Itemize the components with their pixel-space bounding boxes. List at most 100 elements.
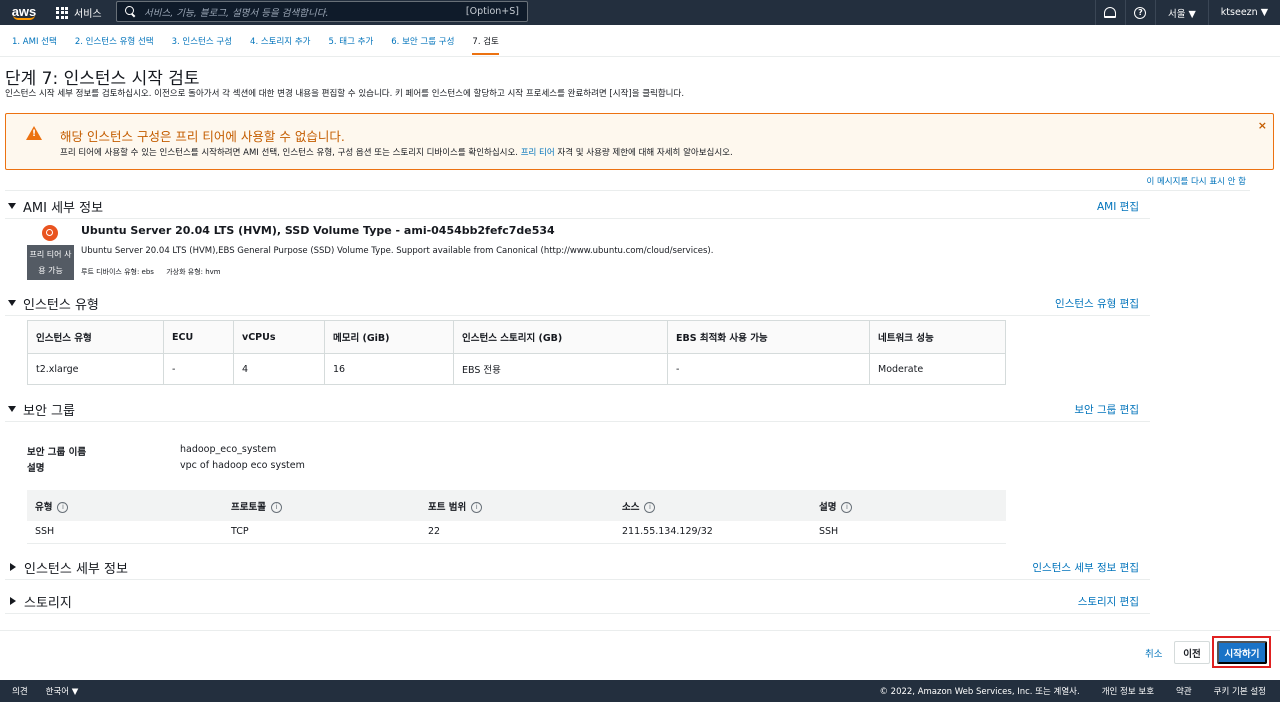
page-title: 단계 7: 인스턴스 시작 검토 bbox=[5, 69, 200, 89]
info-icon[interactable]: i bbox=[644, 501, 656, 513]
table-cell: 16 bbox=[324, 353, 454, 385]
page-description: 인스턴스 시작 세부 정보를 검토하십시오. 이전으로 돌아가서 각 섹션에 대… bbox=[5, 89, 685, 99]
copyright-text: © 2022, Amazon Web Services, Inc. 또는 계열사… bbox=[879, 687, 1080, 697]
table-header-row: 인스턴스 유형 ECU vCPUs 메모리 (GiB) 인스턴스 스토리지 (G… bbox=[27, 320, 1006, 354]
help-button[interactable]: ? bbox=[1124, 0, 1155, 25]
column-header: 설명 i bbox=[811, 490, 1006, 521]
privacy-link[interactable]: 개인 정보 보호 bbox=[1102, 685, 1154, 697]
warning-icon: ! bbox=[26, 126, 42, 140]
security-group-name-label: 보안 그룹 이름 bbox=[27, 447, 87, 458]
notifications-button[interactable] bbox=[1094, 0, 1125, 25]
instance-details-section-header[interactable]: 인스턴스 세부 정보 인스턴스 세부 정보 편집 bbox=[8, 556, 1139, 578]
aws-smile-icon bbox=[13, 15, 35, 20]
search-placeholder: 서비스, 기능, 블로그, 설명서 등을 검색합니다. bbox=[144, 7, 329, 19]
step-configure-instance[interactable]: 3. 인스턴스 구성 bbox=[163, 25, 241, 57]
column-header: 유형 i bbox=[27, 490, 223, 521]
edit-security-group-link[interactable]: 보안 그룹 편집 bbox=[1074, 402, 1139, 417]
security-group-name-value: hadoop_eco_system bbox=[180, 444, 277, 455]
table-cell: EBS 전용 bbox=[453, 353, 668, 385]
close-icon[interactable]: × bbox=[1258, 119, 1267, 132]
footer-left: 의견 한국어 ▼ bbox=[12, 685, 78, 697]
table-header-row: 유형 i 프로토콜 i 포트 범위 i 소스 i 설명 i bbox=[27, 490, 1006, 521]
previous-button[interactable]: 이전 bbox=[1174, 641, 1210, 664]
cancel-button[interactable]: 취소 bbox=[1145, 646, 1162, 660]
ami-name: Ubuntu Server 20.04 LTS (HVM), SSD Volum… bbox=[81, 224, 555, 237]
footer-right: © 2022, Amazon Web Services, Inc. 또는 계열사… bbox=[879, 685, 1266, 697]
services-menu-button[interactable]: 서비스 bbox=[48, 0, 110, 25]
divider bbox=[5, 190, 1250, 191]
action-bar: 취소 이전 시작하기 bbox=[0, 630, 1280, 680]
cookie-preferences-link[interactable]: 쿠키 기본 설정 bbox=[1214, 685, 1266, 697]
table-row: SSH TCP 22 211.55.134.129/32 SSH bbox=[27, 521, 1006, 544]
bell-icon bbox=[1104, 7, 1117, 18]
terms-link[interactable]: 약관 bbox=[1176, 685, 1192, 697]
table-cell: SSH bbox=[27, 521, 223, 544]
step-add-storage[interactable]: 4. 스토리지 추가 bbox=[241, 25, 319, 57]
launch-button[interactable]: 시작하기 bbox=[1217, 641, 1267, 664]
column-header: EBS 최적화 사용 가능 bbox=[667, 320, 870, 354]
divider bbox=[5, 613, 1150, 614]
table-cell: SSH bbox=[811, 521, 1006, 544]
info-icon[interactable]: i bbox=[471, 501, 483, 513]
search-input[interactable]: 서비스, 기능, 블로그, 설명서 등을 검색합니다. [Option+S] bbox=[116, 1, 528, 22]
step-choose-ami[interactable]: 1. AMI 선택 bbox=[3, 25, 66, 57]
table-cell: t2.xlarge bbox=[27, 353, 164, 385]
caret-right-icon bbox=[10, 563, 16, 571]
table-cell: Moderate bbox=[869, 353, 1006, 385]
review-content: AMI 세부 정보 AMI 편집 프리 티어 사 용 가능 Ubuntu Ser… bbox=[0, 192, 1280, 630]
step-review[interactable]: 7. 검토 bbox=[463, 25, 507, 57]
alert-body: 프리 티어에 사용할 수 있는 인스턴스를 시작하려면 AMI 선택, 인스턴스… bbox=[60, 146, 733, 158]
edit-instance-type-link[interactable]: 인스턴스 유형 편집 bbox=[1055, 296, 1139, 311]
security-group-section-title: 보안 그룹 bbox=[23, 403, 75, 419]
security-group-desc-label: 설명 bbox=[27, 463, 45, 474]
table-cell: - bbox=[667, 353, 870, 385]
caret-down-icon bbox=[8, 203, 16, 209]
ami-section-title: AMI 세부 정보 bbox=[23, 200, 104, 216]
table-row: t2.xlarge - 4 16 EBS 전용 - Moderate bbox=[27, 353, 1006, 385]
column-header: vCPUs bbox=[233, 320, 325, 354]
edit-ami-link[interactable]: AMI 편집 bbox=[1097, 199, 1139, 214]
wizard-steps: 1. AMI 선택 2. 인스턴스 유형 선택 3. 인스턴스 구성 4. 스토… bbox=[0, 25, 1280, 57]
step-add-tags[interactable]: 5. 태그 추가 bbox=[319, 25, 382, 57]
dont-show-again-link[interactable]: 이 메시지를 다시 표시 안 함 bbox=[1146, 175, 1246, 187]
topnav-right-group: ? 서울 ▼ ktseezn ▼ bbox=[1094, 0, 1280, 25]
footer: 의견 한국어 ▼ © 2022, Amazon Web Services, In… bbox=[0, 680, 1280, 702]
column-header: 프로토콜 i bbox=[223, 490, 420, 521]
table-cell: TCP bbox=[223, 521, 420, 544]
divider bbox=[5, 579, 1150, 580]
free-tier-link[interactable]: 프리 티어 bbox=[521, 148, 555, 158]
free-tier-warning-alert: ! 해당 인스턴스 구성은 프리 티어에 사용할 수 없습니다. 프리 티어에 … bbox=[5, 113, 1274, 170]
language-selector[interactable]: 한국어 ▼ bbox=[46, 685, 79, 697]
account-menu[interactable]: ktseezn ▼ bbox=[1207, 0, 1280, 25]
alert-body-suffix: 자격 및 사용량 제한에 대해 자세히 알아보십시오. bbox=[557, 148, 733, 158]
feedback-link[interactable]: 의견 bbox=[12, 685, 28, 697]
security-group-desc-value: vpc of hadoop eco system bbox=[180, 460, 305, 471]
edit-instance-details-link[interactable]: 인스턴스 세부 정보 편집 bbox=[1032, 560, 1139, 575]
caret-down-icon bbox=[8, 300, 16, 306]
step-configure-security-group[interactable]: 6. 보안 그룹 구성 bbox=[382, 25, 463, 57]
column-header: 인스턴스 스토리지 (GB) bbox=[453, 320, 668, 354]
ami-section-header[interactable]: AMI 세부 정보 AMI 편집 bbox=[8, 195, 1139, 217]
instance-type-table: 인스턴스 유형 ECU vCPUs 메모리 (GiB) 인스턴스 스토리지 (G… bbox=[27, 320, 1006, 385]
column-header: 네트워크 성능 bbox=[869, 320, 1006, 354]
security-group-section-header[interactable]: 보안 그룹 보안 그룹 편집 bbox=[8, 398, 1139, 420]
info-icon[interactable]: i bbox=[270, 501, 282, 513]
step-choose-instance-type[interactable]: 2. 인스턴스 유형 선택 bbox=[66, 25, 163, 57]
info-icon[interactable]: i bbox=[57, 501, 69, 513]
search-shortcut-hint: [Option+S] bbox=[465, 6, 519, 17]
column-header: 포트 범위 i bbox=[420, 490, 614, 521]
storage-section-title: 스토리지 bbox=[24, 595, 72, 611]
instance-type-section-header[interactable]: 인스턴스 유형 인스턴스 유형 편집 bbox=[8, 292, 1139, 314]
table-cell: - bbox=[163, 353, 234, 385]
storage-section-header[interactable]: 스토리지 스토리지 편집 bbox=[8, 590, 1139, 612]
edit-storage-link[interactable]: 스토리지 편집 bbox=[1078, 594, 1139, 609]
region-selector[interactable]: 서울 ▼ bbox=[1154, 0, 1208, 25]
divider bbox=[5, 218, 1150, 219]
aws-logo[interactable]: aws bbox=[0, 0, 48, 25]
divider bbox=[5, 315, 1150, 316]
info-icon[interactable]: i bbox=[841, 501, 853, 513]
caret-right-icon bbox=[10, 597, 16, 605]
help-icon: ? bbox=[1134, 6, 1147, 19]
ubuntu-logo-icon bbox=[42, 225, 58, 241]
column-header: 인스턴스 유형 bbox=[27, 320, 164, 354]
